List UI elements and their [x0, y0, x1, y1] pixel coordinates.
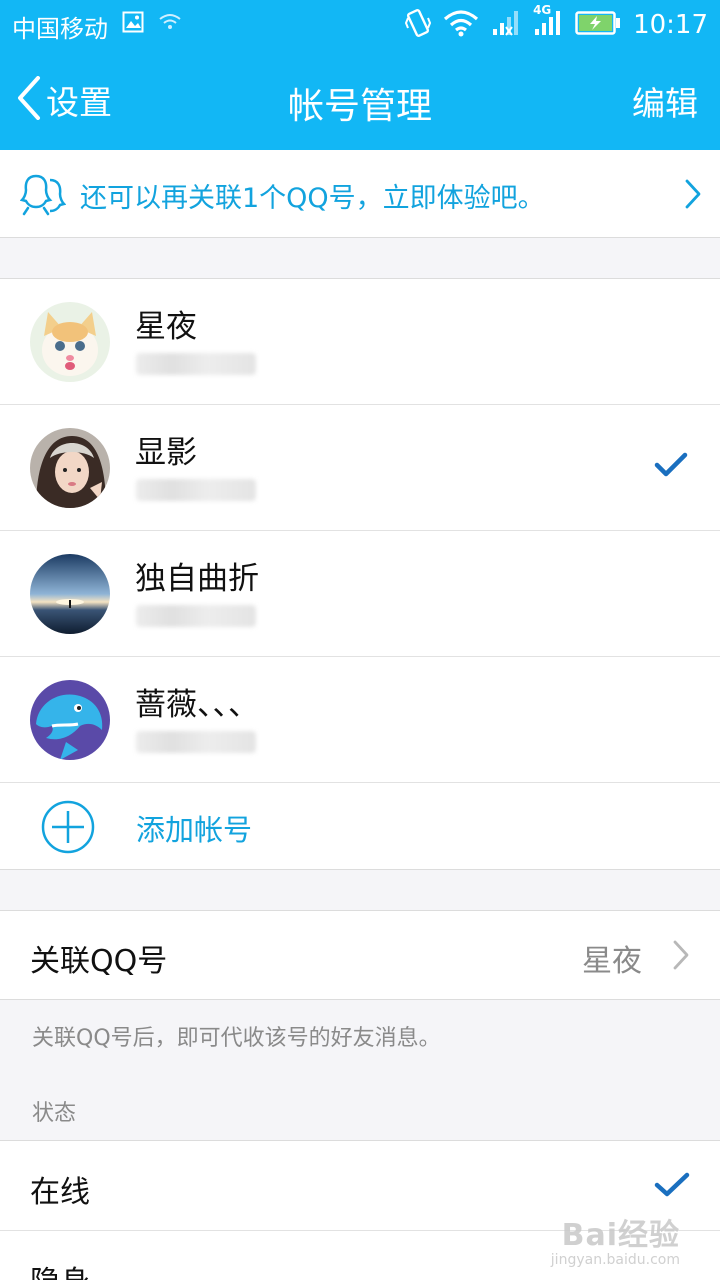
account-row-0[interactable]: 星夜: [0, 279, 720, 405]
associated-qq-value: 星夜: [582, 944, 642, 979]
associated-hint: 关联QQ号后，即可代收该号的好友消息。: [32, 1026, 441, 1051]
account-number-blurred: [136, 353, 256, 375]
wifi-notification-icon: [158, 12, 182, 36]
account-row-2[interactable]: 独自曲折: [0, 531, 720, 657]
carrier-label: 中国移动: [12, 15, 108, 43]
account-row-1[interactable]: 显影: [0, 405, 720, 531]
status-section-label: 状态: [32, 1101, 77, 1126]
signal-x-icon: [491, 9, 521, 41]
account-management-screen: 中国移动 4G 10:17 设置 帐号管理 编辑 还可以再关联1个QQ号，立即体…: [0, 0, 720, 1280]
account-list: 星夜 显影 独自曲折 蔷薇、、、 添加帐号: [0, 278, 720, 870]
kitten-avatar: [30, 302, 110, 382]
account-name: 蔷薇、、、: [135, 687, 259, 723]
associate-promo-banner[interactable]: 还可以再关联1个QQ号，立即体验吧。: [0, 150, 720, 238]
girl-avatar: [30, 428, 110, 508]
image-notification-icon: [122, 11, 144, 37]
add-circle-icon: [41, 800, 95, 858]
wifi-icon: [443, 9, 479, 41]
associated-qq-row[interactable]: 关联QQ号 星夜: [0, 910, 720, 1000]
two-people-icon: [19, 172, 67, 220]
status-option-label: 在线: [30, 1175, 90, 1210]
account-row-3[interactable]: 蔷薇、、、: [0, 657, 720, 783]
account-number-blurred: [136, 731, 256, 753]
baidu-jingyan-watermark: Bai经验 jingyan.baidu.com: [551, 1210, 680, 1268]
edit-button[interactable]: 编辑: [632, 77, 698, 125]
status-bar: 中国移动 4G 10:17: [0, 0, 720, 50]
signal-4g-icon: 4G: [533, 3, 563, 41]
account-name: 星夜: [135, 309, 197, 345]
chevron-right-icon: [672, 939, 690, 975]
battery-charging-icon: [575, 10, 621, 40]
sunset-avatar: [30, 554, 110, 634]
add-account-button[interactable]: 添加帐号: [0, 783, 720, 869]
selected-check-icon: [654, 451, 688, 483]
title-bar: 设置 帐号管理 编辑: [0, 50, 720, 150]
watermark-sub: jingyan.baidu.com: [550, 1252, 680, 1268]
account-number-blurred: [136, 605, 256, 627]
account-number-blurred: [136, 479, 256, 501]
selected-check-icon: [654, 1171, 690, 1203]
dolphin-avatar: [30, 680, 110, 760]
account-name: 独自曲折: [135, 561, 259, 597]
banner-text: 还可以再关联1个QQ号，立即体验吧。: [80, 183, 545, 214]
page-title: 帐号管理: [287, 86, 432, 127]
watermark-main: Bai经验: [561, 1218, 680, 1253]
account-name: 显影: [135, 435, 197, 471]
vibrate-icon: [404, 8, 432, 42]
associated-qq-label: 关联QQ号: [30, 944, 168, 979]
add-account-label: 添加帐号: [136, 813, 253, 847]
clock: 10:17: [633, 10, 708, 40]
chevron-right-icon: [684, 178, 702, 214]
status-option-label: 隐身: [30, 1257, 90, 1280]
